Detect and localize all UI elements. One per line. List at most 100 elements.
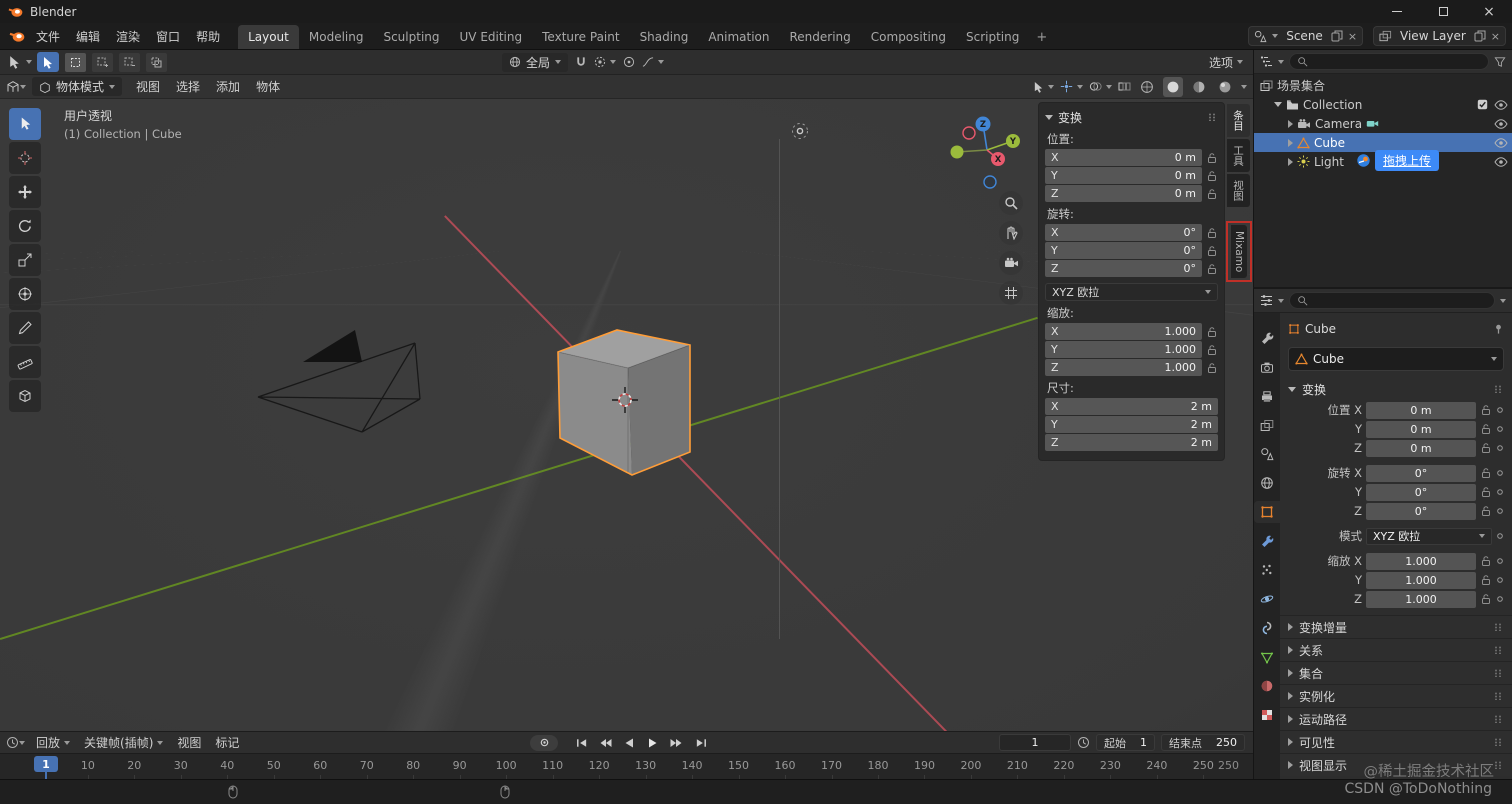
camera-view-icon[interactable] [999,251,1023,275]
check-icon[interactable] [1477,99,1488,110]
properties-tab-output[interactable] [1254,385,1280,407]
proportional-falloff-dropdown[interactable] [642,56,664,68]
location-x-field[interactable]: X0 m [1045,149,1202,166]
lock-icon[interactable] [1480,574,1492,586]
property-field[interactable]: 1.000 [1366,572,1476,589]
overlays-dropdown[interactable] [1089,80,1112,93]
sidebar-tab-视图[interactable]: 视图 [1227,174,1250,207]
select-mode-intersect-button[interactable] [146,53,167,72]
transform-tool-button[interactable] [9,278,41,310]
cursor-tool-button[interactable] [9,142,41,174]
dot-icon[interactable] [1496,444,1504,452]
drag-upload-overlay[interactable]: 拖拽上传 [1356,150,1439,171]
lock-icon[interactable] [1206,362,1218,374]
timeline-menu-回放[interactable]: 回放 [29,734,77,751]
section-可见性[interactable]: 可见性 [1280,730,1512,753]
property-field[interactable]: XYZ 欧拉 [1366,528,1492,545]
workspace-tab-rendering[interactable]: Rendering [780,25,861,49]
remove-view-layer-icon[interactable]: × [1491,30,1500,43]
add-workspace-button[interactable]: + [1029,25,1054,49]
location-z-field[interactable]: Z0 m [1045,185,1202,202]
sidebar-tab-工具[interactable]: 工具 [1227,139,1250,172]
dot-icon[interactable] [1496,532,1504,540]
shading-solid-button[interactable] [1163,77,1183,97]
new-view-layer-icon[interactable] [1474,30,1486,42]
viewport-menu-物体[interactable]: 物体 [248,75,288,98]
dimensions-y-field[interactable]: Y2 m [1045,416,1218,433]
expand-right-icon[interactable] [1288,120,1293,128]
lock-icon[interactable] [1480,486,1492,498]
camera-object[interactable] [250,324,430,439]
eye-icon[interactable] [1494,137,1508,149]
sidebar-tab-mixamo[interactable]: Mixamo [1231,225,1247,278]
panel-grip-icon[interactable] [1494,738,1504,746]
section-集合[interactable]: 集合 [1280,661,1512,684]
properties-tab-modifiers[interactable] [1254,530,1280,552]
select-mode-subtract-button[interactable] [119,53,140,72]
properties-tab-particles[interactable] [1254,559,1280,581]
scale-x-field[interactable]: X 1.000 [1045,323,1202,340]
outliner-item-label[interactable]: 场景集合 [1277,77,1325,94]
timeline-menu-标记[interactable]: 标记 [208,734,246,751]
workspace-tab-animation[interactable]: Animation [698,25,779,49]
pin-icon[interactable] [1493,323,1504,335]
outliner-row-Collection[interactable]: Collection [1254,95,1512,114]
workspace-tab-scripting[interactable]: Scripting [956,25,1029,49]
properties-tab-material[interactable] [1254,675,1280,697]
property-field[interactable]: 0 m [1366,402,1476,419]
panel-grip-icon[interactable] [1494,646,1504,654]
outliner-item-label[interactable]: Light [1314,155,1344,169]
lock-icon[interactable] [1480,442,1492,454]
maximize-button[interactable] [1420,0,1466,23]
transform-panel-header[interactable]: 变换 [1045,107,1218,127]
select-mode-extend-button[interactable] [92,53,113,72]
snap-toggle[interactable] [575,56,587,69]
scale-y-field[interactable]: Y 1.000 [1045,341,1202,358]
dot-icon[interactable] [1496,425,1504,433]
measure-tool-button[interactable] [9,346,41,378]
property-field[interactable]: 0° [1366,465,1476,482]
proportional-editing-toggle[interactable] [623,56,635,68]
frame-end-field[interactable]: 结束点 250 [1161,734,1245,751]
shading-wireframe-button[interactable] [1137,77,1157,97]
view-layer-selector[interactable]: View Layer × [1373,26,1506,46]
workspace-tab-uv-editing[interactable]: UV Editing [450,25,533,49]
pan-icon[interactable] [999,221,1023,245]
xray-toggle-icon[interactable] [1118,80,1131,93]
lock-icon[interactable] [1206,188,1218,200]
lock-icon[interactable] [1206,326,1218,338]
prev-keyframe-button[interactable] [594,734,616,752]
menu-渲染[interactable]: 渲染 [108,23,148,49]
object-name-field[interactable]: Cube [1288,347,1504,371]
properties-tab-object-data[interactable] [1254,646,1280,668]
timeline-ruler[interactable]: 10 20 30 40 50 60 70 80 90 100 110 120 130 140 150 160 1… [0,753,1253,779]
outliner-row-Camera[interactable]: Camera [1254,114,1512,133]
sidebar-tab-条目[interactable]: 条目 [1227,104,1250,137]
workspace-tab-modeling[interactable]: Modeling [299,25,374,49]
zoom-icon[interactable] [999,191,1023,215]
menu-帮助[interactable]: 帮助 [188,23,228,49]
workspace-tab-sculpting[interactable]: Sculpting [373,25,449,49]
shading-rendered-button[interactable] [1215,77,1235,97]
unlink-scene-icon[interactable]: × [1348,30,1357,43]
panel-grip-icon[interactable] [1208,113,1218,121]
timeline-menu-视图[interactable]: 视图 [170,734,208,751]
scale-z-field[interactable]: Z 1.000 [1045,359,1202,376]
jump-end-button[interactable] [690,734,712,752]
dot-icon[interactable] [1496,469,1504,477]
property-field[interactable]: 0° [1366,484,1476,501]
panel-grip-icon[interactable] [1494,385,1504,393]
timeline-menu-关键帧(插帧)[interactable]: 关键帧(插帧) [77,734,170,751]
properties-tab-texture[interactable] [1254,704,1280,726]
minimize-button[interactable] [1374,0,1420,23]
expand-down-icon[interactable] [1274,102,1282,107]
move-tool-button[interactable] [9,176,41,208]
properties-tab-scene[interactable] [1254,443,1280,465]
editor-type-properties-icon[interactable] [1260,294,1273,307]
snap-settings-dropdown[interactable] [594,56,616,68]
dot-icon[interactable] [1496,507,1504,515]
dimensions-z-field[interactable]: Z2 m [1045,434,1218,451]
add-cube-tool-button[interactable] [9,380,41,412]
playhead[interactable]: 1 [34,756,58,772]
location-y-field[interactable]: Y0 m [1045,167,1202,184]
